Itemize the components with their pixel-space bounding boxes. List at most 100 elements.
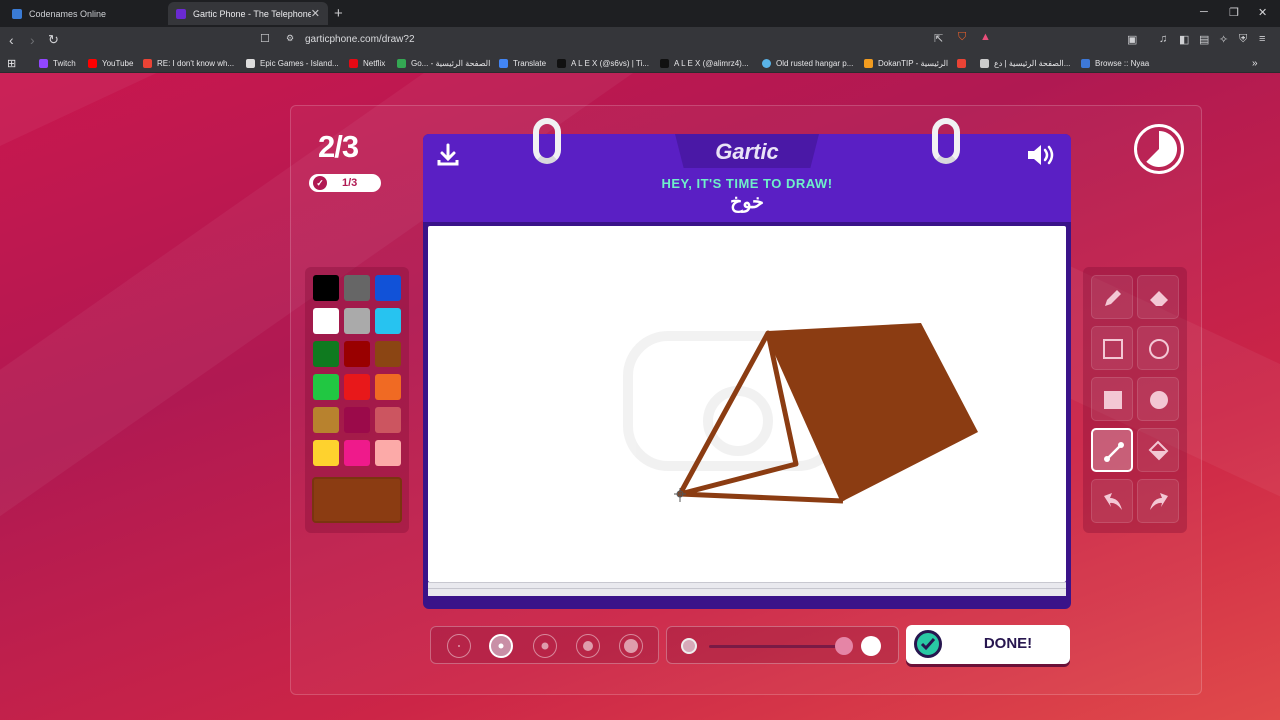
close-tab-icon[interactable]: ✕ [311,7,320,20]
bookmark-netflix[interactable]: Netflix [349,57,385,70]
menu-icon[interactable]: ≡ [1259,33,1265,45]
color-swatch[interactable] [313,308,339,334]
browser-tab-bar: Codenames Online Gartic Phone - The Tele… [0,0,1280,27]
speaker-icon [1028,145,1054,165]
done-button[interactable]: DONE! [906,625,1070,664]
bookmark-hangar[interactable]: Old rusted hangar p... [762,57,853,70]
color-swatch[interactable] [344,440,370,466]
brush-size-3[interactable] [533,634,557,658]
minimize-window-button[interactable]: ─ [1200,6,1208,18]
brush-size-4[interactable] [576,634,600,658]
ellipse-filled-tool[interactable] [1137,377,1179,421]
color-swatch[interactable] [313,275,339,301]
color-swatch[interactable] [344,275,370,301]
site-info-icon[interactable]: ⚙ [286,33,294,44]
bookmark-nyaa[interactable]: Browse :: Nyaa [1081,57,1149,70]
reload-button[interactable]: ↻ [48,32,59,48]
color-swatch[interactable] [375,308,401,334]
bookmark-twitch[interactable]: Twitch [39,57,76,70]
tent-side [768,323,978,501]
forward-button[interactable]: › [30,32,35,48]
drawing-canvas[interactable] [428,226,1066,582]
bookmark-page-icon[interactable]: ☐ [260,32,270,45]
square-outline-icon [1103,339,1123,359]
bookmark-google-drive[interactable]: Go... - الصفحة الرئيسية [397,57,490,70]
color-swatch[interactable] [313,341,339,367]
gartic-favicon-icon [176,8,186,19]
color-swatch[interactable] [313,374,339,400]
bookmark-tiktok-2[interactable]: A L E X (@alimrz4)... [660,57,749,70]
brush-size-1[interactable] [447,634,471,658]
extensions-icon[interactable]: ▣ [1127,33,1137,46]
gmail-icon [957,59,966,68]
brave-rewards-icon[interactable]: ▲ [980,31,991,43]
brush-size-5[interactable] [619,634,643,658]
done-check-icon [914,630,942,658]
bookmark-translate[interactable]: Translate [499,57,546,70]
line-tool[interactable] [1091,428,1133,472]
brave-shield-icon[interactable]: ⛉ [958,31,966,44]
bookmark-dokantip[interactable]: DokanTIP - الرئيسية [864,57,948,70]
opacity-handle[interactable] [835,637,853,655]
rectangle-outline-tool[interactable] [1091,326,1133,370]
tool-panel [1083,267,1187,533]
epic-games-icon [246,59,255,68]
maximize-window-button[interactable]: ❐ [1229,6,1239,19]
color-swatch[interactable] [313,407,339,433]
rectangle-filled-tool[interactable] [1091,377,1133,421]
color-swatch[interactable] [375,275,401,301]
bookmark-epic-games[interactable]: Epic Games - Island... [246,57,339,70]
tiktok-icon [660,59,669,68]
close-window-button[interactable]: ✕ [1258,6,1267,19]
color-swatch[interactable] [344,308,370,334]
vpn-icon[interactable]: ⛨ [1239,33,1247,46]
ellipse-outline-tool[interactable] [1137,326,1179,370]
download-icon [437,143,459,166]
bookmark-youtube[interactable]: YouTube [88,57,133,70]
eraser-tool[interactable] [1137,275,1179,319]
sidebar-icon[interactable]: ◧ [1179,33,1189,46]
twitch-icon [39,59,48,68]
address-bar[interactable]: ☐ ⚙ garticphone.com/draw?2 ⇱ ⛉ ▲ [250,30,1002,50]
bookmark-tiktok-1[interactable]: A L E X (@s6vs) | Ti... [557,57,649,70]
color-swatch[interactable] [344,341,370,367]
pencil-tool[interactable] [1091,275,1133,319]
eraser-icon [1150,291,1168,306]
color-swatch[interactable] [313,440,339,466]
color-swatch[interactable] [344,374,370,400]
players-done-badge: ✓ 1/3 [309,174,381,192]
bookmark-gmail-2[interactable] [957,57,971,70]
browser-toolbar: ‹ › ↻ ☐ ⚙ garticphone.com/draw?2 ⇱ ⛉ ▲ ▣… [0,27,1280,53]
brush-size-2[interactable] [489,634,513,658]
color-swatch[interactable] [375,374,401,400]
tab-gartic-phone[interactable]: Gartic Phone - The Telephone G... ✕ [168,2,328,25]
color-swatch[interactable] [344,407,370,433]
more-bookmarks-icon[interactable]: » [1252,57,1258,70]
site-icon [762,59,771,68]
fill-bucket-tool[interactable] [1137,428,1179,472]
color-swatch[interactable] [375,341,401,367]
opacity-slider [666,626,899,664]
color-swatch[interactable] [375,407,401,433]
wallet-icon[interactable]: ▤ [1199,33,1209,46]
download-button[interactable] [435,142,461,168]
new-tab-button[interactable]: + [334,5,343,22]
volume-button[interactable] [1025,142,1057,168]
bookmark-arabic-site[interactable]: الصفحة الرئيسية | دع... [980,57,1070,70]
notebook-pages [428,582,1066,596]
share-icon[interactable]: ⇱ [934,32,943,45]
selected-color-preview [312,477,402,523]
opacity-track[interactable] [709,645,843,648]
redo-button[interactable] [1137,479,1179,523]
apps-grid-icon[interactable]: ⊞ [7,57,16,70]
back-button[interactable]: ‹ [9,32,14,48]
tab-codenames[interactable]: Codenames Online [4,2,164,25]
color-swatch[interactable] [375,440,401,466]
leo-ai-icon[interactable]: ✧ [1219,33,1228,46]
media-icon[interactable]: ♫ [1159,33,1167,45]
undo-button[interactable] [1091,479,1133,523]
circle-outline-icon [1149,339,1169,359]
bookmark-gmail[interactable]: RE: I don't know wh... [143,57,234,70]
line-icon [1104,442,1124,462]
url-text: garticphone.com/draw?2 [305,34,415,45]
